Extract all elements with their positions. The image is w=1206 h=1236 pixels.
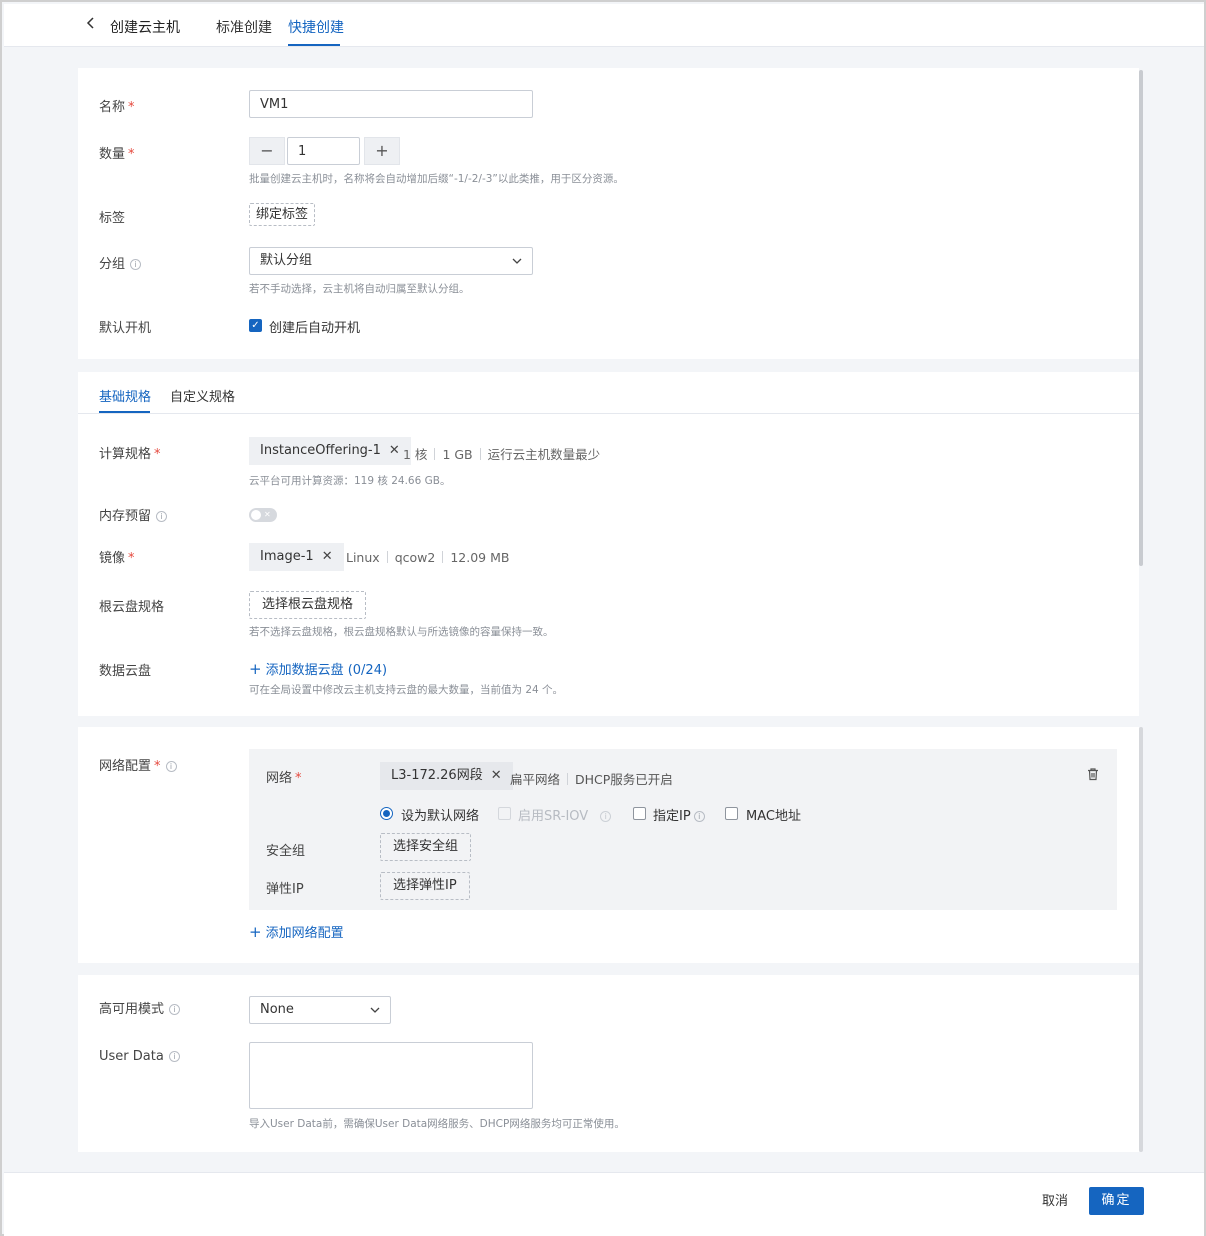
group-hint: 若不手动选择，云主机将自动归属至默认分组。 xyxy=(249,283,470,295)
memory-reserve-toggle[interactable]: ✕ xyxy=(249,508,277,522)
name-input[interactable] xyxy=(249,90,533,118)
remove-icon[interactable]: ✕ xyxy=(491,768,502,783)
memory-reserve-label: 内存预留 i xyxy=(99,505,168,524)
bind-tag-button[interactable]: 绑定标签 xyxy=(249,203,316,226)
advanced-panel: 高可用模式 i None User Data i 导入User Data前，需确保U… xyxy=(78,975,1139,1152)
user-data-hint: 导入User Data前，需确保User Data网络服务、DHCP网络服务均可… xyxy=(249,1118,625,1130)
quantity-hint: 批量创建云主机时，名称将会自动增加后缀“-1/-2/-3”以此类推，用于区分资源… xyxy=(249,173,624,185)
default-network-radio[interactable] xyxy=(380,807,393,820)
mac-address-checkbox[interactable] xyxy=(725,807,738,820)
group-label: 分组 i xyxy=(99,253,142,272)
quantity-decrement-button[interactable]: − xyxy=(249,137,285,165)
compute-spec-meta: 1 核1 GB 运行云主机数量最少 xyxy=(403,447,601,462)
remove-icon[interactable]: ✕ xyxy=(389,443,400,458)
chevron-down-icon xyxy=(512,248,522,284)
basic-info-panel: 名称* 数量* − + 批量创建云主机时，名称将会自动增加后缀“-1/-2/-3… xyxy=(78,68,1139,359)
root-disk-hint: 若不选择云盘规格，根云盘规格默认与所选镜像的容量保持一致。 xyxy=(249,626,554,638)
info-icon: i xyxy=(600,811,612,822)
info-icon: i xyxy=(693,811,705,822)
data-disk-hint: 可在全局设置中修改云主机支持云盘的最大数量，当前值为 24 个。 xyxy=(249,684,564,696)
mac-address-label: MAC地址 xyxy=(746,809,801,824)
spec-panel: 基础规格 自定义规格 计算规格 * InstanceOffering-1 ✕ 1 核… xyxy=(78,372,1139,716)
sriov-label: 启用SR-IOV i xyxy=(518,805,612,824)
sriov-checkbox xyxy=(498,807,511,820)
trash-icon[interactable] xyxy=(1086,767,1100,781)
image-value: Image-1 xyxy=(260,549,314,564)
plus-icon: + xyxy=(249,923,262,941)
root-disk-label: 根云盘规格 xyxy=(99,600,165,615)
compute-spec-chip: InstanceOffering-1 ✕ xyxy=(249,437,411,465)
window-frame: 创建云主机 标准创建 快捷创建 名称* 数量* − + 批量创建云主机时，名称将… xyxy=(0,0,1206,1236)
select-root-disk-button[interactable]: 选择根云盘规格 xyxy=(249,591,367,619)
network-meta: 扁平网络 DHCP服务已开启 xyxy=(510,772,673,787)
network-label: 网络 * xyxy=(266,771,302,786)
add-network-config-link[interactable]: + 添加网络配置 xyxy=(249,922,344,941)
quantity-label: 数量 * xyxy=(99,147,135,162)
name-label: 名称 * xyxy=(99,100,135,115)
chevron-left-icon[interactable] xyxy=(86,16,100,34)
cancel-button[interactable]: 取消 xyxy=(1042,1190,1068,1209)
tab-custom-spec[interactable]: 自定义规格 xyxy=(170,386,235,405)
group-selected-value: 默认分组 xyxy=(260,253,313,268)
ha-mode-label: 高可用模式 i xyxy=(99,998,181,1017)
data-disk-label: 数据云盘 xyxy=(99,664,152,679)
quantity-increment-button[interactable]: + xyxy=(364,137,400,165)
autostart-label: 默认开机 xyxy=(99,321,152,336)
footer-bar: 取消 确定 xyxy=(4,1172,1204,1236)
tab-basic-spec[interactable]: 基础规格 xyxy=(99,386,151,405)
page-title: 创建云主机 xyxy=(110,20,180,36)
autostart-checkbox[interactable]: ✓ xyxy=(249,319,262,332)
image-meta: Linux qcow2 12.09 MB xyxy=(346,550,510,565)
ha-mode-selected-value: None xyxy=(260,1002,294,1017)
network-config-label: 网络配置 * i xyxy=(99,755,177,774)
network-value: L3-172.26网段 xyxy=(391,768,483,783)
tab-standard-create[interactable]: 标准创建 xyxy=(216,17,272,37)
quantity-input[interactable] xyxy=(287,137,360,165)
tab-quick-create[interactable]: 快捷创建 xyxy=(288,17,344,37)
compute-spec-value: InstanceOffering-1 xyxy=(260,443,381,458)
fixed-ip-checkbox[interactable] xyxy=(633,807,646,820)
info-icon: i xyxy=(169,1004,181,1015)
info-icon: i xyxy=(156,511,168,522)
network-panel: 网络配置 * i 网络 * L3-172.26网段 ✕ 扁平网络 DHCP服务已开启 设为… xyxy=(78,727,1139,963)
default-network-label: 设为默认网络 xyxy=(401,809,480,824)
scrollbar-track-segment[interactable] xyxy=(1139,727,1143,1152)
chevron-down-icon xyxy=(370,997,380,1033)
info-icon: i xyxy=(130,259,142,270)
scrollbar-thumb[interactable] xyxy=(1139,70,1143,566)
spec-tab-divider xyxy=(78,413,1139,414)
confirm-button[interactable]: 确定 xyxy=(1089,1187,1144,1215)
tags-label: 标签 xyxy=(99,211,126,226)
network-config-card: 网络 * L3-172.26网段 ✕ 扁平网络 DHCP服务已开启 设为默认网络 启用… xyxy=(249,749,1117,910)
active-tab-indicator xyxy=(288,44,340,46)
add-data-disk-link[interactable]: + 添加数据云盘 (0/24) xyxy=(249,659,387,678)
select-eip-button[interactable]: 选择弹性IP xyxy=(380,872,470,900)
compute-spec-label: 计算规格 * xyxy=(99,447,161,462)
fixed-ip-label: 指定IP i xyxy=(653,805,705,824)
plus-icon: + xyxy=(249,660,262,678)
top-bar: 创建云主机 标准创建 快捷创建 xyxy=(4,4,1204,47)
compute-resource-hint: 云平台可用计算资源：119 核 24.66 GB。 xyxy=(249,475,451,487)
image-chip: Image-1 ✕ xyxy=(249,543,344,571)
user-data-label: User Data i xyxy=(99,1049,180,1064)
info-icon: i xyxy=(168,1051,180,1062)
eip-label: 弹性IP xyxy=(266,882,304,897)
autostart-checkbox-label: 创建后自动开机 xyxy=(269,321,361,336)
ha-mode-select[interactable]: None xyxy=(249,996,391,1024)
security-group-label: 安全组 xyxy=(266,844,306,859)
group-select[interactable]: 默认分组 xyxy=(249,247,533,275)
info-icon: i xyxy=(165,761,177,772)
select-security-group-button[interactable]: 选择安全组 xyxy=(380,833,472,861)
user-data-textarea[interactable] xyxy=(249,1042,533,1109)
image-label: 镜像 * xyxy=(99,551,135,566)
network-chip: L3-172.26网段 ✕ xyxy=(380,762,513,790)
remove-icon[interactable]: ✕ xyxy=(322,549,333,564)
